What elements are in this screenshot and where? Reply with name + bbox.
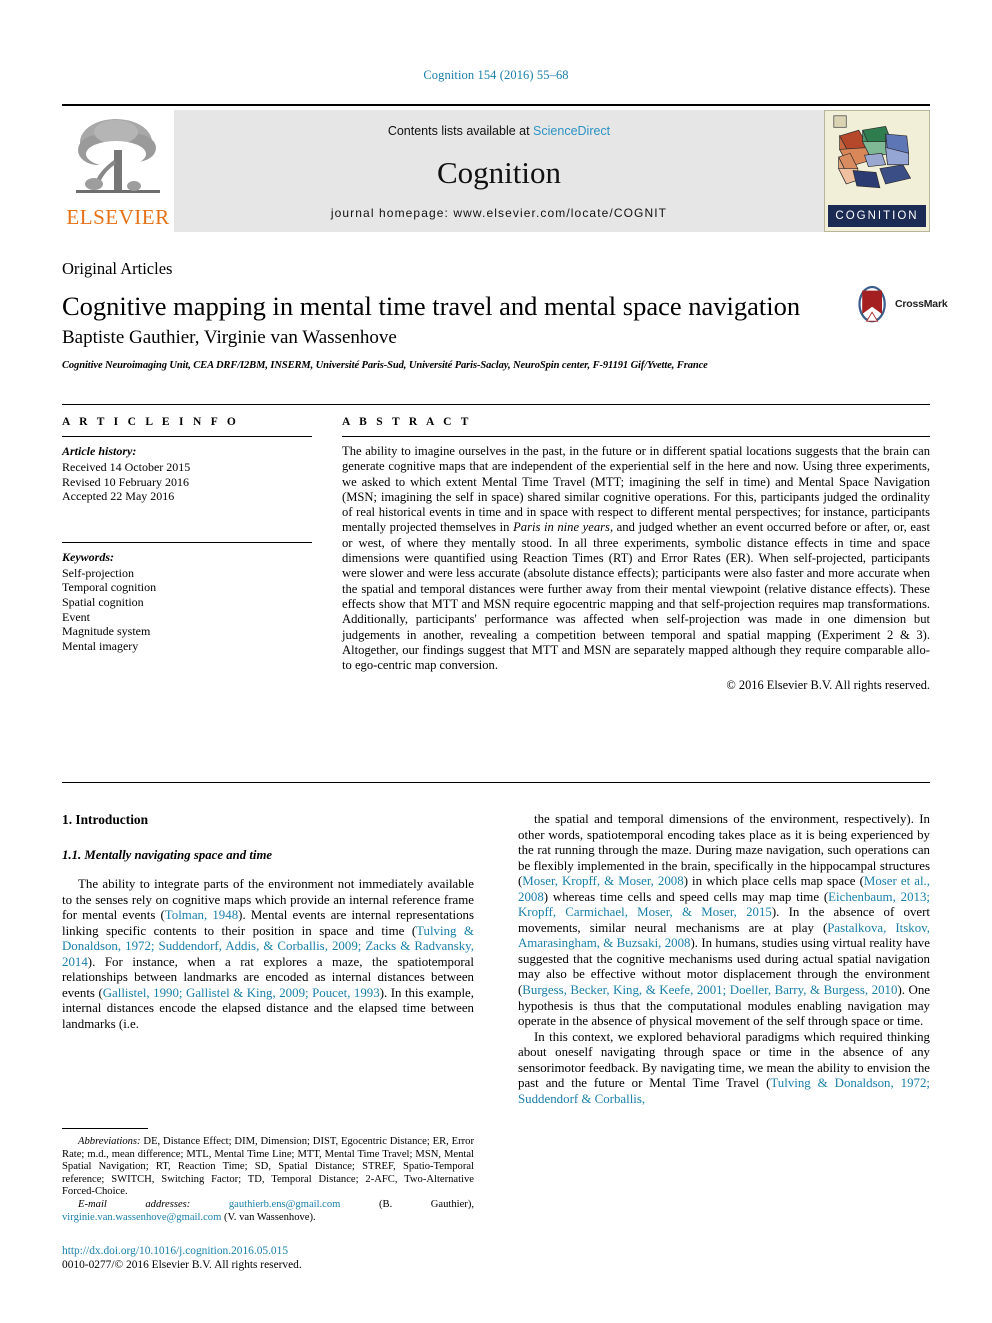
keyword-item: Magnitude system [62,624,151,639]
article-info-column: A R T I C L E I N F O Article history: R… [62,416,312,653]
keywords-label: Keywords: [62,549,114,564]
masthead-center-band: Contents lists available at ScienceDirec… [174,110,824,232]
cognition-journal-logo: COGNITION [824,110,930,232]
keyword-item: Self-projection [62,565,134,580]
abstract-part-2: , and judged whether an event occurred b… [342,520,930,673]
keyword-item: Temporal cognition [62,580,157,595]
abstract-heading: A B S T R A C T [342,416,472,428]
elsevier-wordmark: ELSEVIER [66,205,170,229]
history-revised: Revised 10 February 2016 [62,474,189,489]
contents-available-line: Contents lists available at ScienceDirec… [174,124,824,138]
cognition-banner-text: COGNITION [828,205,926,227]
doi-block: http://dx.doi.org/10.1016/j.cognition.20… [62,1244,482,1272]
cognition-blocks-icon [833,115,912,189]
abstract-text: The ability to imagine ourselves in the … [342,444,930,673]
journal-masthead: ELSEVIER Contents lists available at Sci… [62,104,930,232]
citation-link[interactable]: Burgess, Becker, King, & Keefe, 2001; Do… [522,983,897,997]
running-head: Cognition 154 (2016) 55–68 [423,68,569,82]
affiliation: Cognitive Neuroimaging Unit, CEA DRF/I2B… [62,360,708,371]
keywords-divider [62,541,312,543]
paragraph-right-2: In this context, we explored behavioral … [518,1030,930,1108]
info-divider [62,436,312,437]
text-run: ) whereas time cells and speed cells may… [543,889,829,904]
page-title: Cognitive mapping in mental time travel … [62,291,801,321]
article-info-heading: A R T I C L E I N F O [62,416,240,428]
abbreviations-label: Abbreviations: [78,1136,141,1147]
keyword-item: Event [62,609,90,624]
email-owner-1: (B. Gauthier), [340,1198,475,1210]
email-owner-2: (V. van Wassenhove). [221,1211,316,1223]
info-top-divider [62,404,930,405]
footnote-block: Abbreviations: DE, Distance Effect; DIM,… [62,1136,474,1224]
info-bottom-divider [62,782,930,783]
contents-prefix: Contents lists available at [387,124,534,138]
keywords-block: Keywords: Self-projection Temporal cogni… [62,541,312,654]
crossmark-label: CrossMark [895,298,948,310]
section-heading-introduction: 1. Introduction [62,812,149,827]
elsevier-tree-icon [76,119,160,193]
elsevier-logo: ELSEVIER [62,110,174,232]
journal-title: Cognition [436,155,561,190]
citation-link[interactable]: Gallistel, 1990; Gallistel & King, 2009;… [103,986,380,1000]
keyword-item: Mental imagery [62,638,139,653]
paper-page: Cognition 154 (2016) 55–68 ELSEVIER Cont… [0,0,992,1323]
abstract-column: A B S T R A C T The ability to imagine o… [342,416,930,693]
email-link-2[interactable]: virginie.van.wassenhove@gmail.com [62,1212,221,1223]
history-received: Received 14 October 2015 [62,460,191,474]
body-column-right: the spatial and temporal dimensions of t… [518,812,930,1107]
text-run: ) in which place cells map space ( [683,874,864,889]
paragraph-left-1: The ability to integrate parts of the en… [62,877,474,1032]
abstract-italic-phrase: Paris in nine years [513,520,610,535]
email-link-1[interactable]: gauthierb.ens@gmail.com [229,1199,341,1210]
journal-homepage[interactable]: journal homepage: www.elsevier.com/locat… [174,206,824,220]
body-column-left: 1. Introduction 1.1. Mentally navigating… [62,812,474,1032]
crossmark-badge[interactable]: CrossMark [855,284,948,328]
article-type-label: Original Articles [62,259,173,278]
crossmark-icon [858,285,886,323]
history-accepted: Accepted 22 May 2016 [62,489,175,504]
author-list: Baptiste Gauthier, Virginie van Wassenho… [62,327,397,348]
citation-link[interactable]: Moser, Kropff, & Moser, 2008 [522,874,683,888]
email-label: E-mail addresses: [78,1198,191,1210]
article-history-label: Article history: [62,444,137,458]
issn-copyright-line: 0010-0277/© 2016 Elsevier B.V. All right… [62,1259,302,1271]
citation-link[interactable]: Tolman, 1948 [165,908,238,922]
abstract-divider [342,436,930,437]
abbreviations-note: Abbreviations: DE, Distance Effect; DIM,… [62,1136,474,1199]
subsection-heading: 1.1. Mentally navigating space and time [62,848,273,862]
paragraph-right-1: the spatial and temporal dimensions of t… [518,812,930,1030]
sciencedirect-link[interactable]: ScienceDirect [533,124,610,138]
keyword-item: Spatial cognition [62,594,144,609]
email-note: E-mail addresses: gauthierb.ens@gmail.co… [62,1199,474,1224]
doi-link[interactable]: http://dx.doi.org/10.1016/j.cognition.20… [62,1244,482,1258]
abstract-copyright: © 2016 Elsevier B.V. All rights reserved… [726,678,930,693]
footnote-divider [62,1128,148,1129]
